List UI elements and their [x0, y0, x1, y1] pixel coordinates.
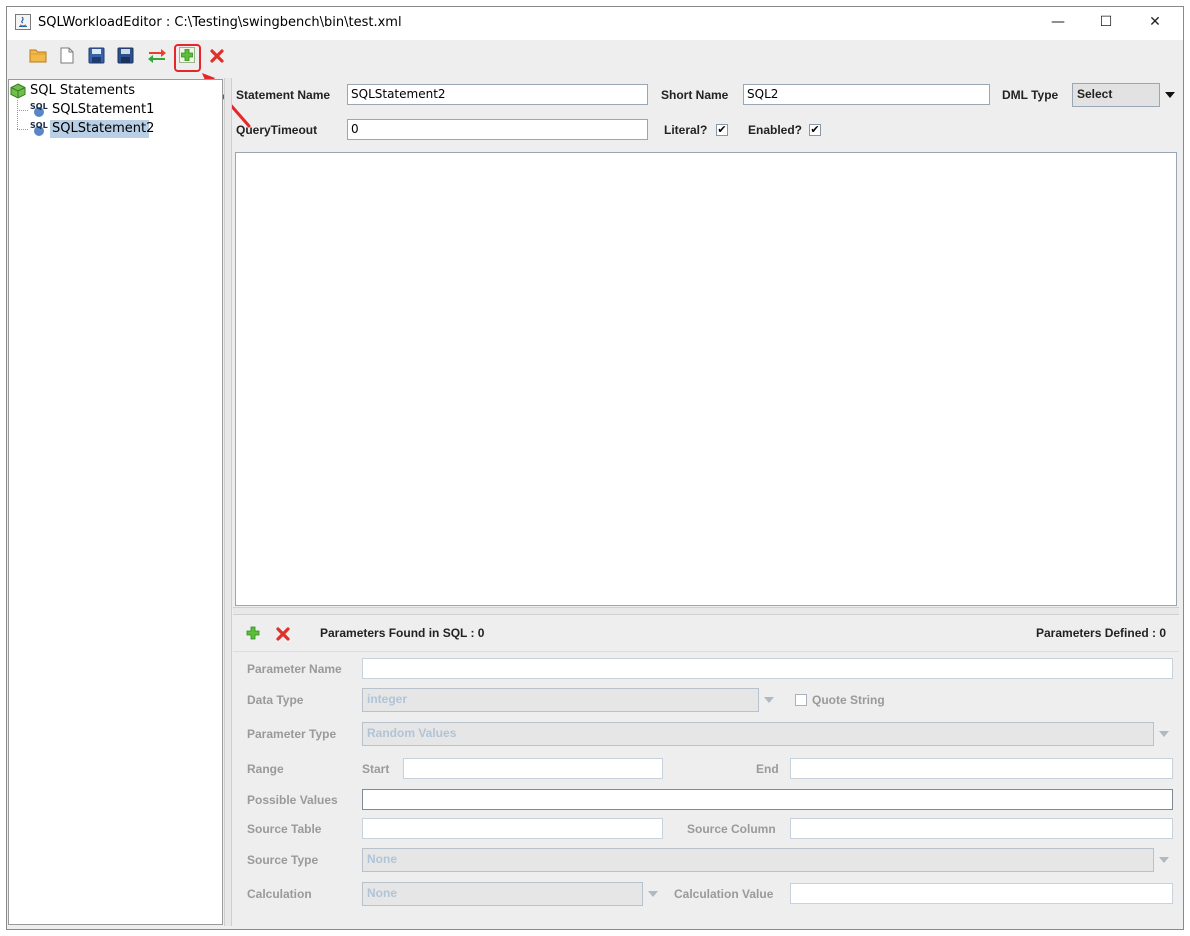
open-button[interactable] — [27, 46, 49, 68]
tree-line — [17, 129, 28, 130]
statement-tree — [8, 79, 223, 925]
save-icon — [88, 47, 105, 68]
tree-root-label[interactable]: SQL Statements — [30, 83, 135, 98]
source-type-value: None — [367, 852, 397, 866]
dml-type-value: Select — [1077, 87, 1113, 101]
dml-type-label: DML Type — [1002, 88, 1059, 102]
add-icon — [245, 626, 261, 645]
minimize-button[interactable]: — — [1046, 12, 1070, 32]
literal-checkbox[interactable]: ✔ — [716, 124, 728, 136]
horizontal-splitter[interactable] — [233, 607, 1179, 615]
parameter-name-label: Parameter Name — [247, 662, 342, 676]
query-timeout-input[interactable]: 0 — [347, 119, 648, 140]
enabled-checkbox[interactable]: ✔ — [809, 124, 821, 136]
calculation-dropdown-button[interactable] — [642, 882, 662, 906]
query-timeout-label: QueryTimeout — [236, 123, 318, 137]
source-column-input[interactable] — [790, 818, 1173, 839]
quote-string-label: Quote String — [812, 693, 885, 707]
calculation-value-label: Calculation Value — [674, 887, 774, 901]
svg-text:SQL: SQL — [30, 102, 48, 111]
swap-icon — [147, 46, 167, 68]
add-icon — [179, 47, 195, 67]
possible-values-input[interactable] — [362, 789, 1173, 810]
source-table-label: Source Table — [247, 822, 322, 836]
possible-values-label: Possible Values — [247, 793, 338, 807]
literal-label: Literal? — [664, 123, 708, 137]
swap-button[interactable] — [146, 46, 168, 68]
parameter-type-dropdown-button[interactable] — [1153, 722, 1173, 746]
delete-icon — [210, 48, 224, 67]
calculation-label: Calculation — [247, 887, 312, 901]
range-end-input[interactable] — [790, 758, 1173, 779]
parameters-found-label: Parameters Found in SQL : 0 — [320, 626, 485, 640]
sql-editor[interactable] — [235, 152, 1177, 606]
range-start-input[interactable] — [403, 758, 663, 779]
chevron-down-icon — [1158, 731, 1169, 737]
add-statement-button[interactable] — [176, 46, 198, 68]
delete-statement-button[interactable] — [206, 46, 228, 68]
save-as-icon — [117, 47, 134, 68]
save-button[interactable] — [85, 46, 107, 68]
chevron-down-icon — [763, 697, 774, 703]
chevron-down-icon — [647, 891, 658, 897]
chevron-down-icon — [1164, 92, 1175, 98]
parameters-defined-label: Parameters Defined : 0 — [1036, 626, 1167, 640]
source-table-input[interactable] — [362, 818, 663, 839]
dml-type-dropdown-button[interactable] — [1159, 83, 1179, 107]
tree-line — [17, 110, 28, 111]
maximize-button[interactable]: ☐ — [1094, 12, 1118, 32]
delete-parameter-button[interactable] — [276, 626, 290, 645]
enabled-label: Enabled? — [748, 123, 803, 137]
parameter-name-input[interactable] — [362, 658, 1173, 679]
end-label: End — [756, 762, 779, 776]
calculation-select[interactable]: None — [362, 882, 662, 906]
source-column-label: Source Column — [687, 822, 776, 836]
statement-name-input[interactable]: SQLStatement2 — [347, 84, 648, 105]
source-type-select[interactable]: None — [362, 848, 1173, 872]
tree-item-sqlstatement2[interactable]: SQLStatement2 — [52, 121, 154, 136]
data-type-dropdown-button[interactable] — [758, 688, 778, 712]
close-button[interactable]: ✕ — [1143, 12, 1167, 32]
open-folder-icon — [29, 47, 47, 67]
parameter-type-value: Random Values — [367, 726, 457, 740]
new-file-icon — [60, 47, 74, 68]
sql-statement-icon: SQL — [30, 100, 48, 118]
parameter-type-select[interactable]: Random Values — [362, 722, 1173, 746]
data-type-label: Data Type — [247, 693, 304, 707]
tree-line — [17, 100, 19, 129]
delete-icon — [276, 626, 290, 645]
calculation-value: None — [367, 886, 397, 900]
quote-string-checkbox[interactable] — [795, 694, 807, 706]
data-type-select[interactable]: integer — [362, 688, 778, 712]
java-app-icon — [15, 14, 31, 30]
calculation-value-input[interactable] — [790, 883, 1173, 904]
svg-text:SQL: SQL — [30, 121, 48, 130]
save-as-button[interactable] — [114, 46, 136, 68]
tree-item-sqlstatement1[interactable]: SQLStatement1 — [52, 102, 154, 117]
chevron-down-icon — [1158, 857, 1169, 863]
new-button[interactable] — [56, 46, 78, 68]
window-title: SQLWorkloadEditor : C:\Testing\swingbenc… — [38, 15, 402, 30]
source-type-label: Source Type — [247, 853, 319, 867]
add-parameter-button[interactable] — [245, 625, 261, 645]
start-label: Start — [362, 762, 390, 776]
range-label: Range — [247, 762, 284, 776]
source-type-dropdown-button[interactable] — [1153, 848, 1173, 872]
data-type-value: integer — [367, 692, 408, 706]
short-name-label: Short Name — [661, 88, 729, 102]
parameter-type-label: Parameter Type — [247, 727, 337, 741]
statement-name-label: Statement Name — [236, 88, 331, 102]
sql-statement-icon: SQL — [30, 119, 48, 137]
short-name-input[interactable]: SQL2 — [743, 84, 990, 105]
vertical-splitter[interactable] — [224, 78, 232, 926]
